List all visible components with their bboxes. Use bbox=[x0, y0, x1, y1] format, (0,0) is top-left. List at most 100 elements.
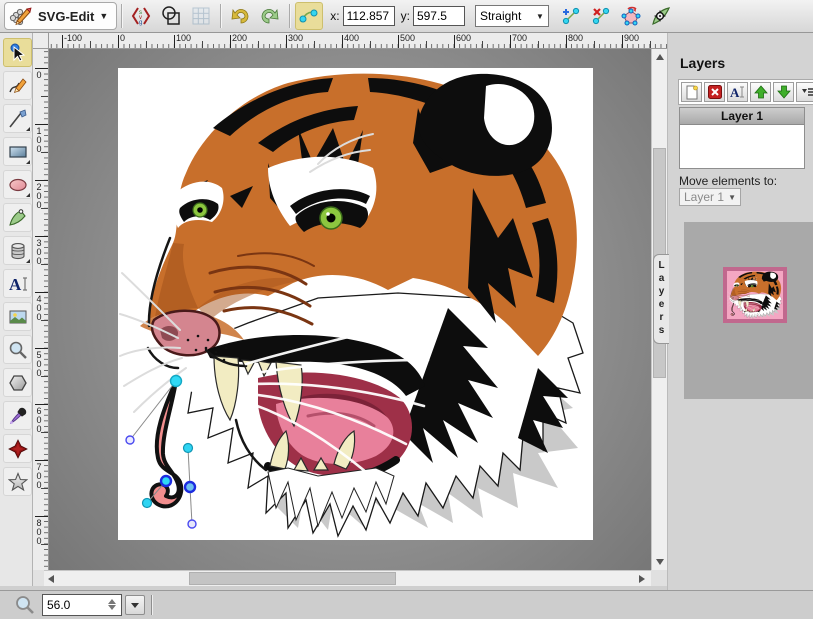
layer-list: Layer 1 bbox=[679, 107, 805, 169]
y-coordinate-label: y: bbox=[401, 9, 410, 23]
flyout-arrow-icon bbox=[26, 160, 30, 164]
star-tool-button[interactable] bbox=[3, 467, 32, 496]
ruler-label: 600 bbox=[34, 404, 44, 433]
layer-menu-button[interactable] bbox=[796, 82, 813, 102]
move-layer-up-button[interactable] bbox=[750, 82, 771, 102]
canvas-workspace[interactable] bbox=[49, 49, 651, 570]
add-node-button[interactable] bbox=[557, 2, 585, 30]
spinner-up-icon[interactable] bbox=[108, 599, 116, 604]
spinner-down-icon[interactable] bbox=[108, 605, 116, 610]
zoom-level-input[interactable] bbox=[43, 597, 99, 613]
chevron-down-icon bbox=[131, 603, 139, 608]
chevron-down-icon: ▼ bbox=[536, 12, 544, 21]
horizontal-ruler: -100 0 100 200 300 400 500 600 700 800 9… bbox=[49, 33, 667, 49]
chevron-down-icon: ▼ bbox=[99, 11, 108, 21]
vertical-ruler: 0 100 200 300 400 500 600 700 800 900 bbox=[33, 49, 49, 570]
segment-type-value: Straight bbox=[480, 9, 521, 23]
ruler-label: 900 bbox=[622, 33, 639, 43]
image-tool-button[interactable] bbox=[3, 302, 32, 331]
horizontal-scrollbar[interactable] bbox=[44, 570, 651, 586]
pencil-icon bbox=[8, 76, 28, 96]
scroll-up-arrow[interactable] bbox=[656, 54, 664, 60]
ruler-label: 800 bbox=[566, 33, 583, 43]
layer-thumbnail-image bbox=[727, 271, 783, 319]
ruler-label: 0 bbox=[118, 33, 125, 43]
move-layer-down-button[interactable] bbox=[773, 82, 794, 102]
zoom-preset-dropdown-button[interactable] bbox=[125, 595, 145, 615]
undo-button[interactable] bbox=[226, 2, 254, 30]
grid-button[interactable] bbox=[187, 2, 215, 30]
image-icon bbox=[8, 307, 28, 327]
ruler-label: 500 bbox=[34, 348, 44, 377]
move-elements-select[interactable]: Layer 1 ▼ bbox=[679, 188, 741, 206]
ruler-label: 400 bbox=[34, 292, 44, 321]
scroll-down-arrow[interactable] bbox=[656, 559, 664, 565]
menu-icon bbox=[800, 85, 813, 99]
layers-panel-toggle-tab[interactable]: Layers bbox=[653, 254, 669, 344]
select-tool-button[interactable] bbox=[3, 38, 32, 67]
reorient-path-button[interactable] bbox=[647, 2, 675, 30]
svg-text:g: g bbox=[139, 20, 142, 26]
horizontal-scrollbar-thumb[interactable] bbox=[189, 572, 396, 585]
flyout-arrow-icon bbox=[26, 259, 30, 263]
zoom-magnifier-icon bbox=[14, 594, 36, 616]
cylinder-icon bbox=[8, 241, 28, 261]
layers-panel-title: Layers bbox=[680, 55, 813, 71]
rename-layer-button[interactable]: A bbox=[727, 82, 748, 102]
star-icon bbox=[8, 472, 28, 492]
arrow-down-icon bbox=[777, 85, 791, 99]
layer-buttons-row: A bbox=[678, 79, 813, 105]
main-menu-label: SVG-Edit bbox=[38, 9, 94, 24]
open-close-path-button[interactable] bbox=[617, 2, 645, 30]
rename-layer-icon: A bbox=[730, 85, 745, 99]
x-coordinate-input[interactable] bbox=[343, 6, 395, 26]
bottom-bar bbox=[0, 590, 813, 619]
redo-icon bbox=[259, 5, 281, 27]
shapes-overlap-button[interactable] bbox=[157, 2, 185, 30]
eyedropper-tool-button[interactable] bbox=[3, 401, 32, 430]
eyedropper-icon bbox=[8, 406, 28, 426]
ruler-label: 600 bbox=[454, 33, 471, 43]
line-tool-button[interactable] bbox=[3, 104, 32, 133]
rectangle-tool-button[interactable] bbox=[3, 137, 32, 166]
ruler-label: 0 bbox=[34, 68, 44, 79]
scroll-left-arrow[interactable] bbox=[48, 575, 54, 583]
top-toolbar: SVG-Edit ▼ s v g bbox=[0, 0, 813, 33]
ornament-shape-tool-button[interactable] bbox=[3, 434, 32, 463]
redo-button[interactable] bbox=[256, 2, 284, 30]
delete-node-button[interactable] bbox=[587, 2, 615, 30]
left-toolbar: A bbox=[0, 33, 33, 590]
delete-layer-button[interactable] bbox=[704, 82, 725, 102]
svg-edit-app: SVG-Edit ▼ s v g bbox=[0, 0, 813, 619]
ellipse-tool-button[interactable] bbox=[3, 170, 32, 199]
svg-text:A: A bbox=[730, 85, 740, 99]
source-code-button[interactable]: s v g bbox=[127, 2, 155, 30]
ruler-label: 300 bbox=[34, 236, 44, 265]
layer-row[interactable]: Layer 1 bbox=[680, 108, 804, 125]
polygon-tool-button[interactable] bbox=[3, 368, 32, 397]
add-node-icon bbox=[560, 5, 582, 27]
segment-type-select[interactable]: Straight ▼ bbox=[475, 5, 549, 27]
arrow-up-icon bbox=[754, 85, 768, 99]
ruler-label: 100 bbox=[34, 124, 44, 153]
undo-icon bbox=[229, 5, 251, 27]
toolbar-separator bbox=[121, 4, 122, 28]
new-layer-button[interactable] bbox=[681, 82, 702, 102]
text-tool-button[interactable]: A bbox=[3, 269, 32, 298]
pencil-tool-button[interactable] bbox=[3, 71, 32, 100]
shape-library-button[interactable] bbox=[3, 236, 32, 265]
scroll-right-arrow[interactable] bbox=[639, 575, 645, 583]
path-tool-button[interactable] bbox=[3, 203, 32, 232]
toolbar-separator bbox=[220, 4, 221, 28]
move-elements-value: Layer 1 bbox=[684, 190, 724, 204]
zoom-spinner[interactable] bbox=[105, 596, 119, 612]
zoom-tool-button[interactable] bbox=[3, 335, 32, 364]
ruler-label: 800 bbox=[34, 516, 44, 545]
new-layer-icon bbox=[685, 85, 699, 100]
node-select-tool-button[interactable] bbox=[295, 2, 323, 30]
reorient-path-icon bbox=[650, 5, 672, 27]
svg-canvas[interactable] bbox=[118, 68, 593, 540]
y-coordinate-input[interactable] bbox=[413, 6, 465, 26]
flyout-arrow-icon bbox=[26, 193, 30, 197]
main-menu-button[interactable]: SVG-Edit ▼ bbox=[4, 2, 117, 30]
